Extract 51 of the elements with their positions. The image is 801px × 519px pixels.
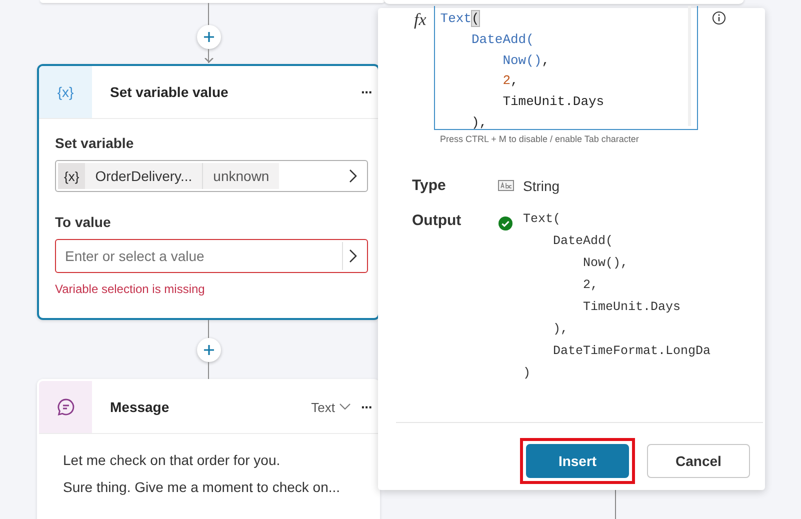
more-button[interactable]: ··· bbox=[361, 399, 372, 415]
card-title: Set variable value bbox=[110, 84, 228, 100]
dialog-button[interactable]: Insert bbox=[526, 444, 629, 478]
field-label: To value bbox=[55, 214, 112, 230]
more-button[interactable]: ··· bbox=[361, 84, 372, 100]
type-label: Type bbox=[412, 177, 447, 194]
output-label: Output bbox=[412, 212, 462, 229]
value-input[interactable]: Enter or select a value bbox=[58, 247, 342, 265]
output-code-line: Now(), bbox=[582, 256, 630, 272]
plus-icon bbox=[202, 31, 214, 43]
code-line: Text( bbox=[440, 11, 480, 28]
chat-bubble-icon bbox=[56, 397, 76, 417]
info-icon[interactable] bbox=[712, 11, 726, 25]
fx-label: fx bbox=[414, 10, 426, 30]
code-line: ), bbox=[470, 114, 488, 129]
code-line: Now(), bbox=[502, 52, 551, 70]
code-line: DateAdd( bbox=[470, 32, 535, 49]
value-field[interactable]: Enter or select a value bbox=[55, 239, 368, 273]
variable-name: OrderDelivery... bbox=[85, 163, 202, 189]
output-code-line: TimeUnit.Days bbox=[582, 300, 682, 316]
output-code-line: DateAdd( bbox=[552, 234, 614, 250]
output-code-line: ) bbox=[523, 366, 532, 382]
message-card[interactable]: Message Text ··· Let me check on that order for you. Sure thing. Give me a moment to check on... bbox=[37, 379, 380, 519]
add-step-button[interactable] bbox=[196, 338, 220, 362]
text-type-icon bbox=[498, 180, 514, 191]
code-line: 2, bbox=[502, 73, 520, 90]
chevron-icon bbox=[349, 249, 357, 263]
variable-icon: {x} bbox=[58, 163, 86, 189]
variable-type: unknown bbox=[202, 163, 280, 189]
plus-icon bbox=[202, 344, 214, 356]
card-title: Message bbox=[110, 399, 170, 415]
output-code-line: 2, bbox=[582, 278, 600, 294]
error-message: Variable selection is missing bbox=[55, 282, 206, 296]
chevron-icon bbox=[349, 169, 357, 183]
add-step-button[interactable] bbox=[196, 25, 220, 49]
output-code-line: ), bbox=[552, 322, 570, 338]
hint-text: Press CTRL + M to disable / enable Tab character bbox=[440, 134, 640, 144]
variable-icon: {x} bbox=[57, 84, 74, 100]
output-code-line: Text( bbox=[523, 212, 562, 228]
variable-picker[interactable]: {x} OrderDelivery... unknown bbox=[55, 160, 368, 192]
field-label: Set variable bbox=[55, 135, 135, 151]
formula-editor[interactable]: Text( DateAdd( Now(), 2, TimeUnit.Days ), bbox=[434, 6, 698, 130]
dialog-button[interactable]: Cancel bbox=[647, 444, 750, 478]
message-text: Sure thing. Give me a moment to check on... bbox=[63, 479, 342, 495]
message-text: Let me check on that order for you. bbox=[63, 452, 282, 468]
type-value: String bbox=[523, 178, 560, 194]
code-line: TimeUnit.Days bbox=[502, 94, 606, 112]
chevron-down-icon bbox=[339, 403, 351, 411]
output-code-line: DateTimeFormat.LongDa bbox=[552, 344, 711, 360]
format-dropdown[interactable]: Text bbox=[311, 400, 351, 414]
set-variable-card[interactable]: {x} Set variable value ··· Set variable {x} OrderDelivery... unknown To value Enter or select a value Variable selection is missing bbox=[37, 64, 380, 320]
